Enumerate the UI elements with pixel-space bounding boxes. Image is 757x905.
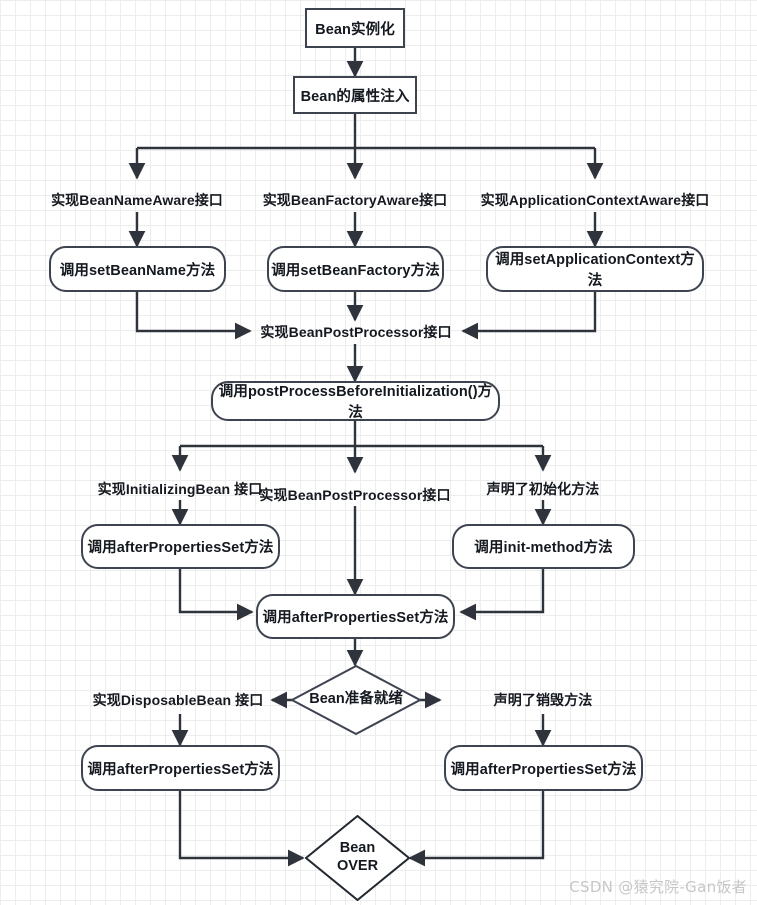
label-declared-init-method: 声明了初始化方法 bbox=[463, 478, 623, 500]
node-decision-bean-ready[interactable]: Bean准备就绪 bbox=[291, 665, 421, 735]
label-bean-post-processor-1-text: 实现BeanPostProcessor接口 bbox=[260, 324, 452, 340]
label-initializing-bean: 实现InitializingBean 接口 bbox=[80, 478, 280, 500]
node-call-post-process-before-initialization-label: 调用postProcessBeforeInitialization()方法 bbox=[218, 384, 493, 421]
label-application-context-aware-text: 实现ApplicationContextAware接口 bbox=[480, 192, 710, 208]
node-decision-bean-over-label: Bean OVER bbox=[336, 840, 379, 874]
node-decision-bean-ready-label: Bean准备就绪 bbox=[309, 691, 403, 708]
node-call-set-application-context-label: 调用setApplicationContext方法 bbox=[495, 252, 695, 289]
node-call-after-properties-set-left-label: 调用afterPropertiesSet方法 bbox=[87, 540, 274, 556]
node-call-after-properties-set-destroy-left[interactable]: 调用afterPropertiesSet方法 bbox=[81, 745, 280, 791]
label-declared-destroy-method: 声明了销毁方法 bbox=[463, 689, 623, 711]
node-call-after-properties-set-destroy-left-label: 调用afterPropertiesSet方法 bbox=[87, 761, 274, 778]
node-call-after-properties-set-left[interactable]: 调用afterPropertiesSet方法 bbox=[81, 524, 280, 569]
node-call-set-bean-factory[interactable]: 调用setBeanFactory方法 bbox=[267, 246, 444, 292]
node-decision-bean-over[interactable]: Bean OVER bbox=[305, 815, 410, 901]
label-declared-init-method-text: 声明了初始化方法 bbox=[486, 481, 600, 497]
node-call-init-method[interactable]: 调用init-method方法 bbox=[452, 524, 635, 569]
label-bean-post-processor-1: 实现BeanPostProcessor接口 bbox=[253, 320, 459, 344]
node-call-set-bean-factory-label: 调用setBeanFactory方法 bbox=[271, 262, 440, 279]
label-bean-post-processor-2-text: 实现BeanPostProcessor接口 bbox=[259, 487, 451, 503]
node-call-set-bean-name[interactable]: 调用setBeanName方法 bbox=[49, 246, 226, 292]
node-bean-property-injection[interactable]: Bean的属性注入 bbox=[293, 76, 417, 114]
node-call-init-method-label: 调用init-method方法 bbox=[474, 540, 613, 556]
label-application-context-aware: 实现ApplicationContextAware接口 bbox=[465, 188, 725, 212]
node-bean-instantiation-label: Bean实例化 bbox=[315, 21, 395, 38]
flowchart-canvas: Bean实例化 Bean的属性注入 实现BeanNameAware接口 实现Be… bbox=[0, 0, 757, 905]
label-declared-destroy-method-text: 声明了销毁方法 bbox=[493, 692, 593, 708]
label-bean-factory-aware: 实现BeanFactoryAware接口 bbox=[253, 188, 457, 212]
label-disposable-bean-text: 实现DisposableBean 接口 bbox=[92, 692, 264, 708]
node-call-after-properties-set-merge[interactable]: 调用afterPropertiesSet方法 bbox=[256, 594, 455, 639]
label-disposable-bean: 实现DisposableBean 接口 bbox=[84, 689, 272, 711]
node-call-set-application-context[interactable]: 调用setApplicationContext方法 bbox=[486, 246, 704, 292]
node-call-after-properties-set-destroy-right[interactable]: 调用afterPropertiesSet方法 bbox=[444, 745, 643, 791]
label-bean-name-aware: 实现BeanNameAware接口 bbox=[37, 188, 237, 212]
node-call-post-process-before-initialization[interactable]: 调用postProcessBeforeInitialization()方法 bbox=[211, 381, 500, 421]
watermark: CSDN @猿究院-Gan饭者 bbox=[569, 878, 747, 896]
node-bean-property-injection-label: Bean的属性注入 bbox=[300, 88, 410, 105]
label-initializing-bean-text: 实现InitializingBean 接口 bbox=[97, 481, 263, 497]
node-call-after-properties-set-destroy-right-label: 调用afterPropertiesSet方法 bbox=[450, 761, 637, 778]
node-call-set-bean-name-label: 调用setBeanName方法 bbox=[59, 262, 216, 279]
node-call-after-properties-set-merge-label: 调用afterPropertiesSet方法 bbox=[262, 610, 449, 626]
label-bean-post-processor-2: 实现BeanPostProcessor接口 bbox=[252, 484, 458, 506]
label-bean-name-aware-text: 实现BeanNameAware接口 bbox=[51, 192, 223, 208]
node-bean-instantiation[interactable]: Bean实例化 bbox=[305, 8, 405, 48]
label-bean-factory-aware-text: 实现BeanFactoryAware接口 bbox=[262, 192, 448, 208]
